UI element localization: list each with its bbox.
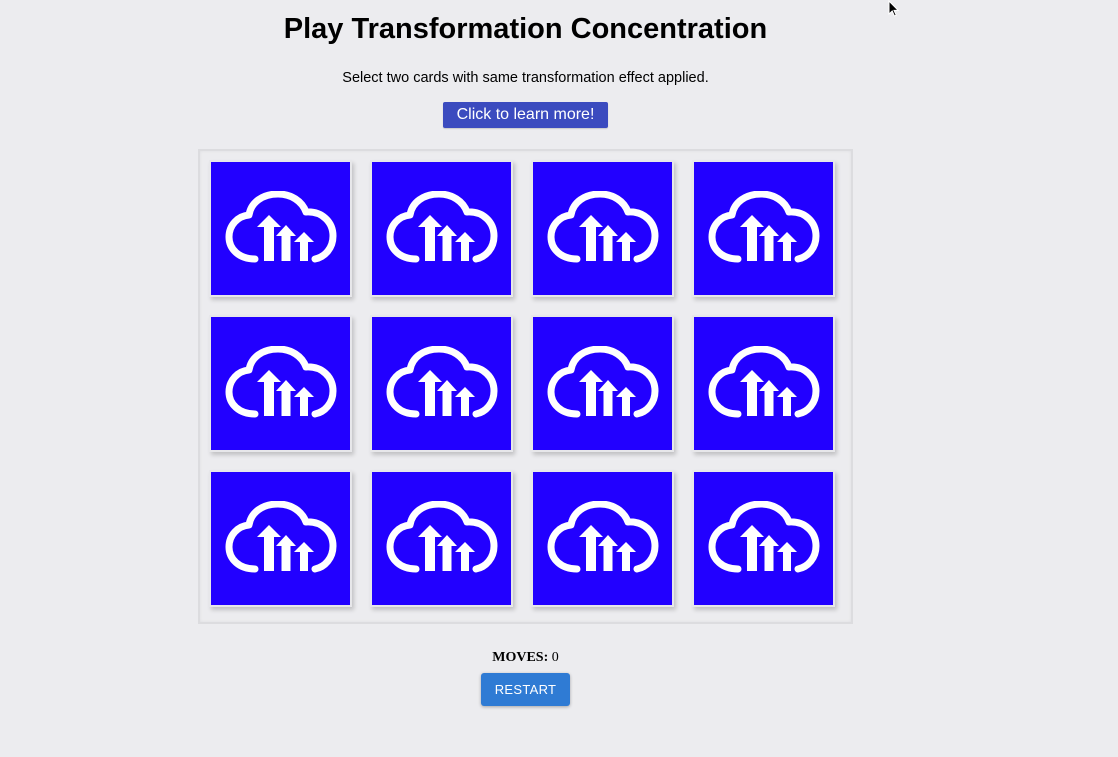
memory-card[interactable] (692, 470, 835, 607)
memory-card[interactable] (209, 315, 352, 452)
card-back (533, 472, 672, 605)
memory-card[interactable] (692, 315, 835, 452)
learn-more-button[interactable]: Click to learn more! (443, 102, 608, 128)
memory-card[interactable] (692, 160, 835, 297)
card-back (211, 472, 350, 605)
memory-card[interactable] (370, 470, 513, 607)
memory-card[interactable] (370, 160, 513, 297)
cloud-upload-icon (386, 500, 497, 572)
card-back (694, 162, 833, 295)
card-back (211, 317, 350, 450)
card-back (372, 472, 511, 605)
game-page: Play Transformation Concentration Select… (0, 0, 1118, 757)
cloud-upload-icon (547, 345, 658, 417)
card-back (372, 162, 511, 295)
card-back (533, 162, 672, 295)
card-back (533, 317, 672, 450)
memory-card[interactable] (531, 470, 674, 607)
cloud-upload-icon (386, 190, 497, 262)
card-back (694, 472, 833, 605)
cloud-upload-icon (708, 190, 819, 262)
moves-value: 0 (551, 650, 559, 665)
instructions-text: Select two cards with same transformatio… (342, 70, 709, 86)
cloud-upload-icon (708, 500, 819, 572)
cloud-upload-icon (547, 190, 658, 262)
cloud-upload-icon (225, 345, 336, 417)
card-back (372, 317, 511, 450)
moves-counter: MOVES: 0 (0, 650, 1051, 666)
moves-label: MOVES: (492, 650, 549, 665)
cloud-upload-icon (386, 345, 497, 417)
card-board (198, 149, 853, 624)
memory-card[interactable] (531, 315, 674, 452)
card-back (694, 317, 833, 450)
cloud-upload-icon (225, 500, 336, 572)
cloud-upload-icon (225, 190, 336, 262)
memory-card[interactable] (531, 160, 674, 297)
memory-card[interactable] (209, 470, 352, 607)
restart-button[interactable]: RESTART (481, 673, 570, 706)
card-back (211, 162, 350, 295)
memory-card[interactable] (209, 160, 352, 297)
cloud-upload-icon (708, 345, 819, 417)
cloud-upload-icon (547, 500, 658, 572)
memory-card[interactable] (370, 315, 513, 452)
mouse-cursor-icon (888, 0, 900, 17)
